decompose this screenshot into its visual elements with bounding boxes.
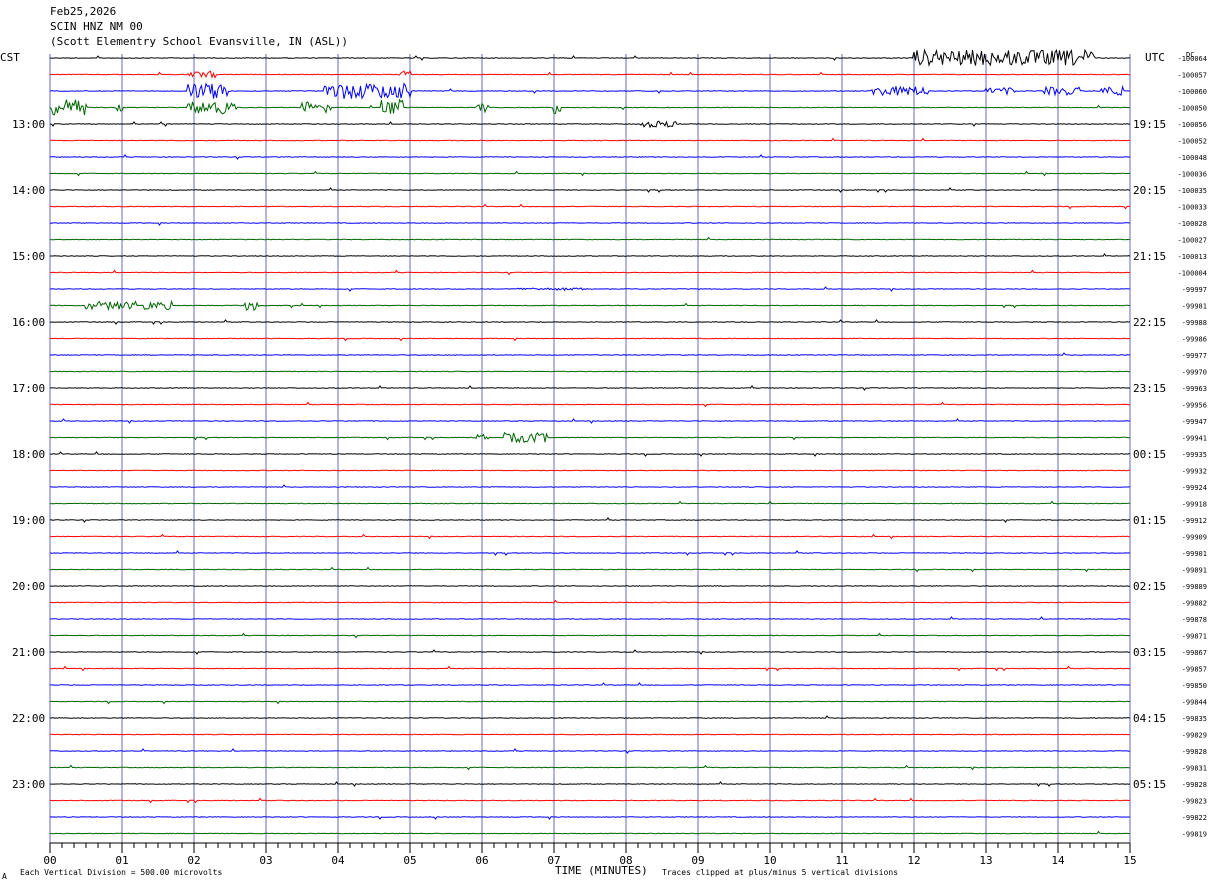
dc-offset-label: -99970 (1182, 369, 1207, 377)
dc-offset-label: -99828 (1182, 748, 1207, 756)
x-tick-label: 05 (403, 854, 416, 867)
dc-offset-label: -99956 (1182, 402, 1207, 410)
left-hour-label: 20:00 (12, 580, 45, 593)
scale-note: Each Vertical Division = 500.00 microvol… (20, 868, 222, 877)
dc-offset-label: -100013 (1177, 253, 1207, 261)
x-tick-label: 15 (1123, 854, 1136, 867)
right-hour-label: 01:15 (1133, 514, 1166, 527)
left-hour-label: 15:00 (12, 250, 45, 263)
x-tick-label: 01 (115, 854, 128, 867)
x-axis-label: TIME (MINUTES) (555, 864, 648, 877)
left-hour-label: 16:00 (12, 316, 45, 329)
right-hour-label: 00:15 (1133, 448, 1166, 461)
right-hour-label: 19:15 (1133, 118, 1166, 131)
right-hour-label: 21:15 (1133, 250, 1166, 263)
right-hour-label: 22:15 (1133, 316, 1166, 329)
dc-offset-label: -99901 (1182, 550, 1207, 558)
right-hour-label: 03:15 (1133, 646, 1166, 659)
dc-offset-label: -99882 (1182, 600, 1207, 608)
dc-offset-label: -99963 (1182, 385, 1207, 393)
left-hour-label: 21:00 (12, 646, 45, 659)
dc-offset-label: -99889 (1182, 583, 1207, 591)
left-hour-label: 13:00 (12, 118, 45, 131)
dc-offset-label: -99947 (1182, 418, 1207, 426)
header-location: (Scott Elementry School Evansville, IN (… (50, 35, 348, 48)
dc-offset-label: -99986 (1182, 336, 1207, 344)
x-tick-label: 12 (907, 854, 920, 867)
x-tick-label: 03 (259, 854, 272, 867)
x-tick-label: 00 (43, 854, 56, 867)
dc-offset-label: -100057 (1177, 72, 1207, 80)
x-tick-label: 04 (331, 854, 345, 867)
left-timezone-label: CST (0, 51, 20, 64)
x-tick-label: 06 (475, 854, 488, 867)
right-hour-label: 04:15 (1133, 712, 1166, 725)
x-tick-label: 14 (1051, 854, 1065, 867)
dc-offset-label: -99871 (1182, 633, 1207, 641)
dc-offset-label: -99935 (1182, 451, 1207, 459)
x-tick-label: 13 (979, 854, 992, 867)
dc-offset-label: -100035 (1177, 187, 1207, 195)
dc-offset-label: -99941 (1182, 435, 1207, 443)
dc-offset-label: -99997 (1182, 286, 1207, 294)
dc-offset-label: -99828 (1182, 781, 1207, 789)
helicorder-chart: Feb25,2026 SCIN HNZ NM 00 (Scott Element… (0, 0, 1210, 886)
dc-offset-label: -99850 (1182, 682, 1207, 690)
x-tick-label: 10 (763, 854, 776, 867)
dc-offset-label: -99829 (1182, 732, 1207, 740)
dc-offset-label: -100004 (1177, 270, 1207, 278)
clip-note: Traces clipped at plus/minus 5 vertical … (662, 868, 898, 877)
left-hour-label: 23:00 (12, 778, 45, 791)
left-hour-label: 19:00 (12, 514, 45, 527)
dc-offset-label: -99981 (1182, 303, 1207, 311)
dc-offset-label: -100056 (1177, 121, 1207, 129)
dc-offset-label: -99835 (1182, 715, 1207, 723)
left-hour-label: 14:00 (12, 184, 45, 197)
corner-mark: A (2, 872, 7, 881)
left-hour-label: 22:00 (12, 712, 45, 725)
dc-offset-label: -99932 (1182, 468, 1207, 476)
right-timezone-label: UTC (1145, 51, 1165, 64)
x-tick-label: 09 (691, 854, 704, 867)
right-hour-label: 02:15 (1133, 580, 1166, 593)
dc-offset-label: -99844 (1182, 699, 1207, 707)
dc-offset-label: -99909 (1182, 534, 1207, 542)
dc-offset-label: -100064 (1177, 55, 1207, 63)
right-hour-label: 20:15 (1133, 184, 1166, 197)
dc-offset-label: -100027 (1177, 237, 1207, 245)
dc-offset-label: -100048 (1177, 154, 1207, 162)
dc-offset-label: -99867 (1182, 649, 1207, 657)
dc-offset-label: -100050 (1177, 105, 1207, 113)
right-hour-label: 05:15 (1133, 778, 1166, 791)
dc-offset-label: -100060 (1177, 88, 1207, 96)
dc-offset-label: -100028 (1177, 220, 1207, 228)
dc-offset-label: -100036 (1177, 171, 1207, 179)
chart-background (0, 0, 1210, 886)
trace-row (49, 733, 1130, 736)
trace-row (49, 370, 1131, 373)
dc-offset-label: -99988 (1182, 319, 1207, 327)
dc-offset-label: -99924 (1182, 484, 1207, 492)
dc-offset-label: -99823 (1182, 798, 1207, 806)
x-tick-label: 02 (187, 854, 200, 867)
dc-offset-label: -99918 (1182, 501, 1207, 509)
left-hour-label: 17:00 (12, 382, 45, 395)
right-hour-label: 23:15 (1133, 382, 1166, 395)
x-tick-label: 11 (835, 854, 848, 867)
dc-offset-label: -100033 (1177, 204, 1207, 212)
dc-offset-label: -99822 (1182, 814, 1207, 822)
dc-offset-label: -99819 (1182, 831, 1207, 839)
header-station: SCIN HNZ NM 00 (50, 20, 143, 33)
dc-offset-label: -99891 (1182, 567, 1207, 575)
dc-offset-label: -99912 (1182, 517, 1207, 525)
dc-offset-label: -100052 (1177, 138, 1207, 146)
dc-offset-label: -99857 (1182, 666, 1207, 674)
dc-offset-label: -99878 (1182, 616, 1207, 624)
header-date: Feb25,2026 (50, 5, 116, 18)
left-hour-label: 18:00 (12, 448, 45, 461)
dc-offset-label: -99977 (1182, 352, 1207, 360)
dc-offset-label: -99831 (1182, 765, 1207, 773)
